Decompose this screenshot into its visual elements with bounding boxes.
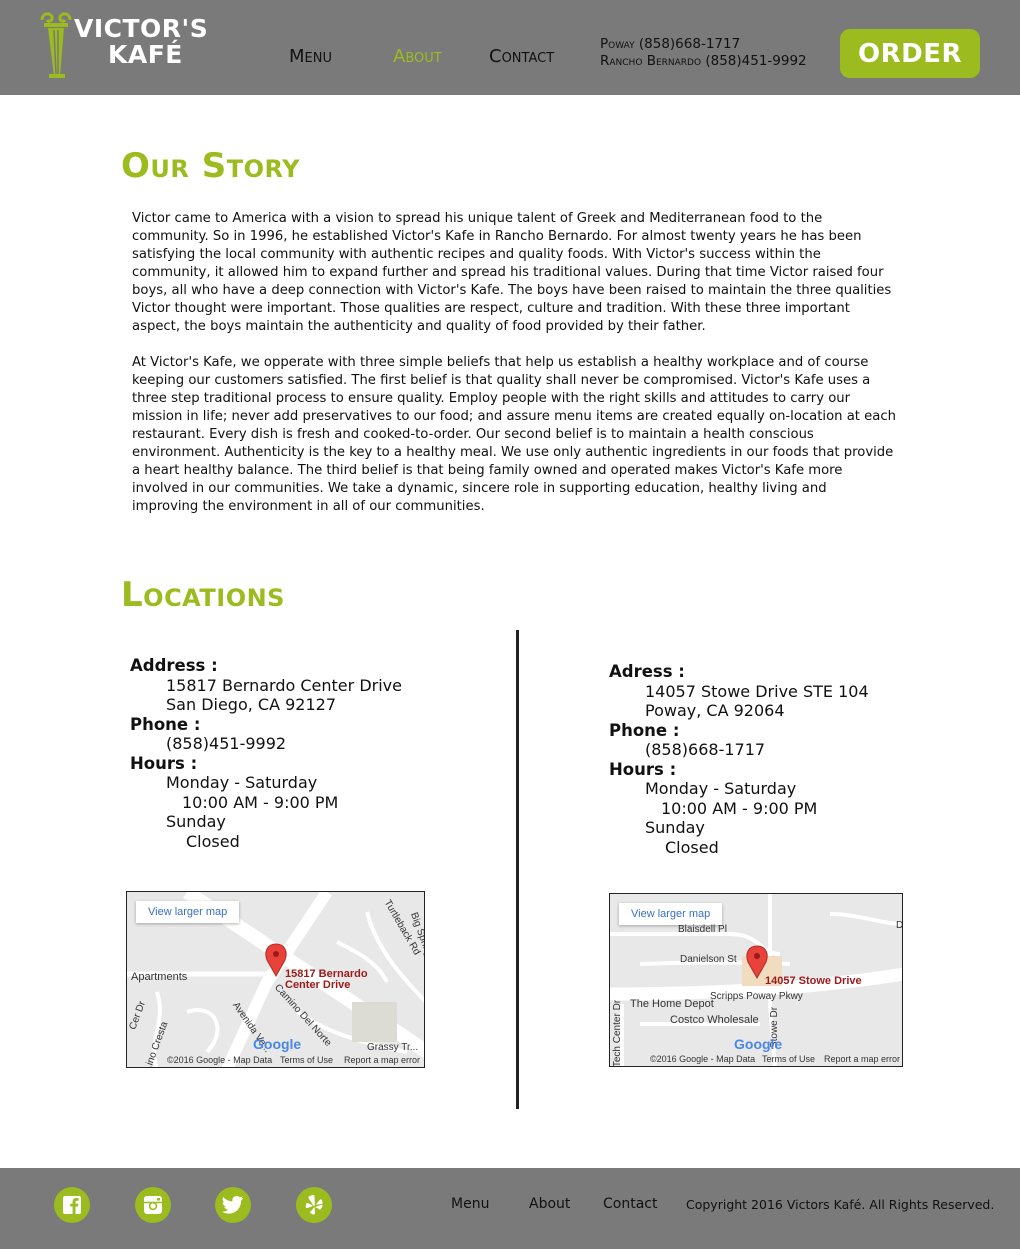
locations-title: Locations (121, 575, 285, 615)
pin-label-line2: Center Drive (285, 979, 351, 991)
logo[interactable]: VICTOR'S KAFÉ (40, 10, 208, 80)
footer-link-contact[interactable]: Contact (603, 1196, 657, 1212)
nav-contact[interactable]: Contact (489, 46, 554, 67)
view-larger-map-link[interactable]: View larger map (619, 903, 723, 925)
instagram-icon[interactable] (135, 1187, 171, 1223)
logo-text-line1: VICTOR'S (74, 14, 209, 43)
hours-label: Hours : (609, 759, 677, 779)
weekday-hours: 10:00 AM - 9:00 PM (661, 798, 818, 818)
map-attribution: ©2016 Google - Map Data (167, 1055, 273, 1065)
map-label-street: Blaisdell Pl (678, 924, 727, 935)
footer-link-about[interactable]: About (529, 1196, 570, 1212)
address-label: Adress : (609, 662, 685, 681)
address-line2: San Diego, CA 92127 (166, 695, 337, 714)
nav-about[interactable]: About (393, 46, 442, 67)
story-paragraph-1: Victor came to America with a vision to … (132, 211, 892, 334)
address-label: Address : (130, 656, 218, 675)
google-logo: Google (253, 1036, 302, 1052)
weekday-label: Monday - Saturday (166, 773, 318, 792)
map-label-street: Scripps Poway Pkwy (710, 991, 803, 1002)
footer-link-menu[interactable]: Menu (451, 1196, 489, 1212)
pin-label-line1: 14057 Stowe Drive (765, 975, 862, 987)
phone-label: Phone : (609, 720, 680, 740)
address-line1: 15817 Bernardo Center Drive (166, 675, 402, 695)
map-rancho-bernardo[interactable]: View larger map 15817 Bernardo Center Dr… (126, 891, 425, 1068)
report-map-error-link[interactable]: Report a map error (344, 1055, 420, 1065)
site-header: VICTOR'S KAFÉ Menu About Contact Poway (… (0, 0, 1020, 95)
map-label-street: D (896, 920, 903, 931)
nav-menu[interactable]: Menu (289, 46, 332, 67)
location-rancho-bernardo: Address : 15817 Bernardo Center Drive Sa… (130, 656, 402, 851)
address-line2: Poway, CA 92064 (645, 701, 785, 720)
sunday-hours: Closed (665, 837, 719, 857)
view-larger-map-link[interactable]: View larger map (136, 901, 240, 923)
site-footer: Menu About Contact Copyright 2016 Victor… (0, 1168, 1020, 1249)
copyright-text: Copyright 2016 Victors Kafé. All Rights … (686, 1197, 995, 1212)
map-label-costco: Costco Wholesale (670, 1014, 759, 1026)
terms-of-use-link[interactable]: Terms of Use (280, 1055, 333, 1065)
logo-text-line2: KAFÉ (108, 40, 183, 69)
locations-divider (516, 630, 519, 1109)
sunday-label: Sunday (645, 818, 705, 837)
google-logo: Google (734, 1036, 783, 1052)
map-label-street: Grassy Tr... (367, 1042, 419, 1053)
map-poway[interactable]: View larger map 14057 Stowe Drive Blaisd… (609, 893, 903, 1067)
sunday-hours: Closed (186, 831, 240, 851)
phone-number: (858)451-9992 (166, 734, 287, 753)
yelp-icon[interactable] (296, 1187, 332, 1223)
phone-rancho-bernardo: Rancho Bernardo (858)451-9992 (600, 53, 807, 69)
sunday-label: Sunday (166, 812, 226, 831)
map-label-home-depot: The Home Depot (630, 998, 714, 1010)
phone-label: Phone : (130, 714, 201, 734)
phone-number: (858)668-1717 (645, 740, 766, 759)
phone-poway: Poway (858)668-1717 (600, 36, 741, 52)
facebook-icon[interactable] (54, 1187, 90, 1223)
address-line1: 14057 Stowe Drive STE 104 (645, 681, 869, 701)
story-paragraph-2: At Victor's Kafe, we opperate with three… (132, 355, 896, 514)
report-map-error-link[interactable]: Report a map error (824, 1054, 900, 1064)
our-story-title: Our Story (121, 146, 301, 186)
map-label-street: Danielson St (680, 954, 737, 965)
twitter-icon[interactable] (215, 1187, 251, 1223)
map-label-street: Tech Center Dr (612, 999, 624, 1067)
location-poway: Adress : 14057 Stowe Drive STE 104 Poway… (609, 662, 869, 857)
map-label-apartments: Apartments (131, 971, 188, 983)
hours-label: Hours : (130, 753, 198, 773)
order-button[interactable]: ORDER (840, 29, 980, 78)
weekday-label: Monday - Saturday (645, 779, 797, 798)
terms-of-use-link[interactable]: Terms of Use (762, 1054, 815, 1064)
map-attribution: ©2016 Google - Map Data (650, 1054, 756, 1064)
weekday-hours: 10:00 AM - 9:00 PM (182, 792, 339, 812)
